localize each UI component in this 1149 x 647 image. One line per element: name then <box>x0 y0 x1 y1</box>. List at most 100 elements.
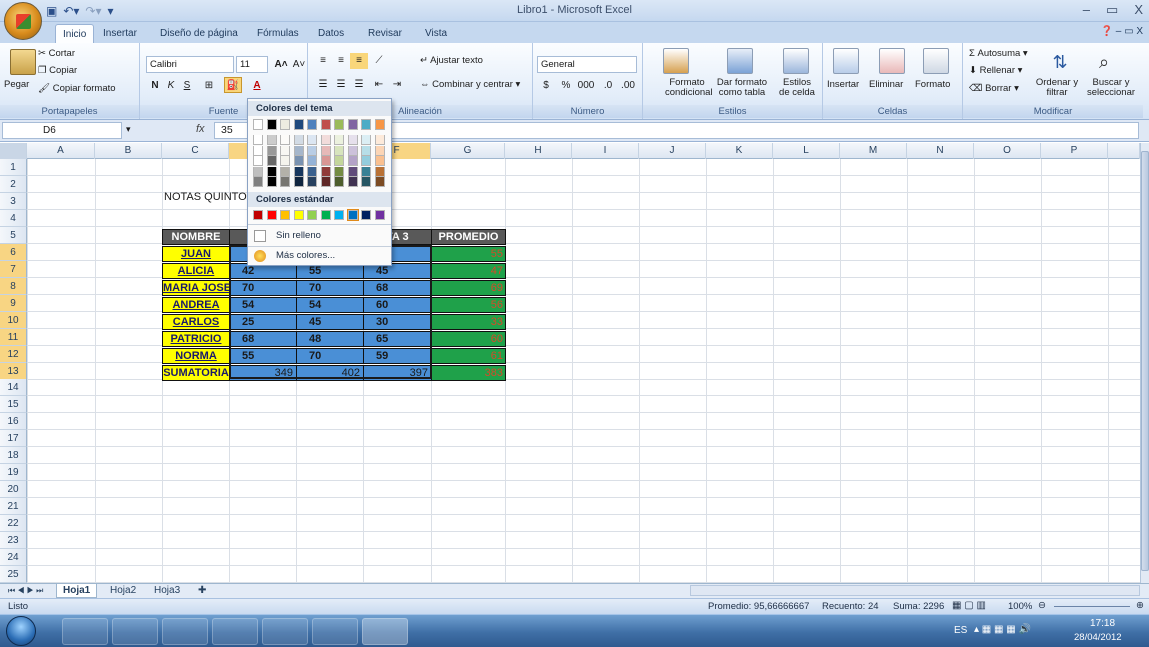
cut-button[interactable]: ✂ Cortar <box>38 48 75 59</box>
tab-diseno-pagina[interactable]: Diseño de página <box>153 24 245 44</box>
theme-color-swatch[interactable] <box>293 119 304 130</box>
theme-color-swatch[interactable] <box>266 166 277 177</box>
font-name-select[interactable]: Calibri <box>146 56 234 73</box>
grade-cell[interactable]: 65 <box>363 331 432 347</box>
average-cell[interactable]: 55 <box>431 246 506 262</box>
column-header[interactable]: J <box>639 143 706 159</box>
theme-color-swatch[interactable] <box>361 145 371 156</box>
minimize-button[interactable]: – <box>1083 2 1090 18</box>
font-size-select[interactable]: 11 <box>236 56 268 73</box>
theme-color-swatch[interactable] <box>253 156 263 166</box>
row-header[interactable]: 15 <box>0 396 27 414</box>
grade-cell[interactable]: 54 <box>229 297 297 313</box>
tab-inicio[interactable]: Inicio <box>55 24 95 44</box>
theme-color-swatch[interactable] <box>253 177 263 187</box>
theme-color-swatch[interactable] <box>374 177 385 187</box>
zoom-out-icon[interactable]: ⊖ <box>1038 600 1046 611</box>
theme-color-swatch[interactable] <box>361 119 371 130</box>
theme-color-swatch[interactable] <box>266 156 277 166</box>
theme-color-swatch[interactable] <box>347 166 358 177</box>
copy-button[interactable]: ❐ Copiar <box>38 65 77 76</box>
merge-center-button[interactable]: ⇔ Combinar y centrar ▾ <box>420 79 520 90</box>
grade-cell[interactable]: 70 <box>296 280 364 296</box>
average-cell[interactable]: 56 <box>431 297 506 313</box>
name-box[interactable]: D6 <box>2 122 122 139</box>
theme-color-swatch[interactable] <box>266 145 277 156</box>
student-name-cell[interactable]: SUMATORIA <box>162 365 230 381</box>
header-cell-promedio[interactable]: PROMEDIO <box>431 229 506 245</box>
no-fill-option[interactable]: Sin relleno <box>248 227 391 245</box>
theme-color-swatch[interactable] <box>293 135 304 145</box>
row-header[interactable]: 25 <box>0 566 27 584</box>
select-all-corner[interactable] <box>0 143 27 159</box>
word-icon[interactable] <box>262 618 308 645</box>
row-header[interactable]: 19 <box>0 464 27 482</box>
conditional-format-button[interactable]: Formato condicional <box>665 78 713 98</box>
row-header[interactable]: 23 <box>0 532 27 550</box>
tab-vista[interactable]: Vista <box>418 24 454 44</box>
theme-color-swatch[interactable] <box>361 166 371 177</box>
insert-sheet-icon[interactable]: ✚ <box>192 584 212 598</box>
row-header[interactable]: 16 <box>0 413 27 431</box>
column-header[interactable]: N <box>907 143 974 159</box>
theme-color-swatch[interactable] <box>293 145 304 156</box>
student-name-cell[interactable]: MARIA JOSE <box>162 280 230 296</box>
theme-color-swatch[interactable] <box>280 156 290 166</box>
tab-insertar[interactable]: Insertar <box>96 24 144 44</box>
row-header[interactable]: 18 <box>0 447 27 465</box>
find-select-button[interactable]: Buscar y seleccionar <box>1081 78 1141 98</box>
row-header[interactable]: 7 <box>0 260 27 278</box>
student-name-cell[interactable]: ANDREA <box>162 297 230 313</box>
header-cell-nombre[interactable]: NOMBRE <box>162 229 230 245</box>
row-header[interactable]: 22 <box>0 515 27 533</box>
fill-button[interactable]: ⬇ Rellenar ▾ <box>969 65 1022 76</box>
theme-color-swatch[interactable] <box>347 177 358 187</box>
student-name-cell[interactable]: CARLOS <box>162 314 230 330</box>
column-header[interactable]: H <box>505 143 572 159</box>
theme-color-swatch[interactable] <box>320 156 331 166</box>
row-header[interactable]: 21 <box>0 498 27 516</box>
sheet-tab-hoja2[interactable]: Hoja2 <box>104 584 142 598</box>
theme-color-swatch[interactable] <box>266 119 277 130</box>
conditional-format-icon[interactable] <box>663 48 689 74</box>
row-header[interactable]: 4 <box>0 209 27 227</box>
format-painter-button[interactable]: 🖌 Copiar formato <box>38 83 116 94</box>
theme-color-swatch[interactable] <box>374 135 385 145</box>
theme-color-swatch[interactable] <box>334 156 344 166</box>
paint-icon[interactable] <box>312 618 358 645</box>
find-icon[interactable]: ⌕ <box>1091 49 1117 75</box>
theme-color-swatch[interactable] <box>320 119 331 130</box>
grade-cell[interactable]: 45 <box>296 314 364 330</box>
fill-color-icon[interactable]: ⛽ <box>224 77 242 93</box>
grade-cell[interactable]: 48 <box>296 331 364 347</box>
theme-color-swatch[interactable] <box>293 177 304 187</box>
close-button[interactable]: X <box>1134 2 1143 18</box>
grow-font-icon[interactable]: A˄ <box>272 57 290 73</box>
theme-color-swatch[interactable] <box>307 135 317 145</box>
media-icon[interactable] <box>162 618 208 645</box>
grade-cell[interactable]: 70 <box>229 280 297 296</box>
increase-decimal-icon[interactable]: .0 <box>599 78 617 94</box>
borders-icon[interactable]: ⊞ <box>200 78 218 94</box>
theme-color-swatch[interactable] <box>307 177 317 187</box>
sort-filter-button[interactable]: Ordenar y filtrar <box>1031 78 1083 98</box>
row-header[interactable]: 24 <box>0 549 27 567</box>
theme-color-swatch[interactable] <box>320 135 331 145</box>
sheet-nav-icon[interactable]: ⏮ ◀ ▶ ⏭ <box>2 584 49 598</box>
font-color-icon[interactable]: A <box>248 78 266 94</box>
align-bottom-icon[interactable]: ≡ <box>350 53 368 69</box>
row-header[interactable]: 5 <box>0 226 27 244</box>
theme-color-swatch[interactable] <box>266 135 277 145</box>
standard-color-swatch[interactable] <box>266 210 277 220</box>
format-cells-icon[interactable] <box>923 48 949 74</box>
excel-icon[interactable] <box>362 618 408 645</box>
standard-color-swatch[interactable] <box>253 210 263 220</box>
wrap-text-button[interactable]: ↵ Ajustar texto <box>420 55 483 66</box>
tray-icons[interactable]: ▴ ▦ ▦ ▦ 🔊 <box>974 624 1031 635</box>
column-header[interactable]: K <box>706 143 773 159</box>
maximize-button[interactable]: ▭ <box>1106 2 1118 18</box>
indent-decrease-icon[interactable]: ⇤ <box>370 77 388 93</box>
percent-icon[interactable]: % <box>557 78 575 94</box>
align-right-icon[interactable]: ☰ <box>350 77 368 93</box>
theme-color-swatch[interactable] <box>293 166 304 177</box>
